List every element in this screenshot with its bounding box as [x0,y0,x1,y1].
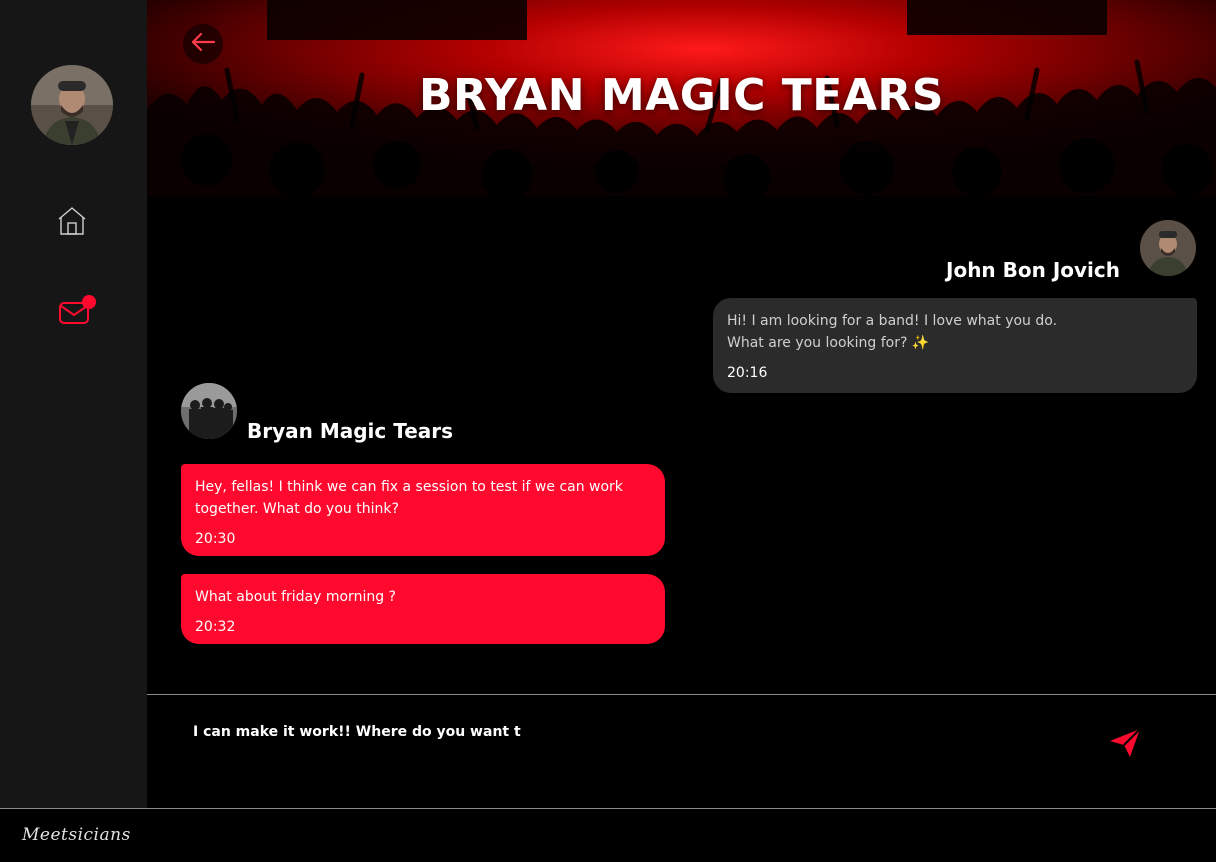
message-time: 20:30 [195,531,236,547]
chat-thread: John Bon Jovich Hi! I am looking for a b… [147,196,1216,694]
arrow-left-icon [190,32,216,56]
message-text-line: Hey, fellas! I think we can fix a sessio… [195,479,623,495]
send-icon [1108,727,1142,763]
app-window: BRYAN MAGIC TEARS John Bon Jovich Hi! I … [0,0,1216,862]
header-banner: BRYAN MAGIC TEARS [147,0,1216,196]
sender-avatar[interactable] [1140,220,1196,276]
sender-name: Bryan Magic Tears [247,419,454,443]
notification-badge [82,295,96,309]
message-text-line: Hi! I am looking for a band! I love what… [727,313,1058,329]
back-button[interactable] [183,24,223,64]
home-icon [56,206,88,240]
sidebar [0,0,147,808]
message-composer [147,694,1216,808]
message-time: 20:32 [195,619,236,635]
sender-avatar[interactable] [181,383,237,439]
message-bubble: Hi! I am looking for a band! I love what… [713,298,1197,393]
brand-logo[interactable]: Meetsicians [22,825,131,845]
message-text-line: What are you looking for? ✨ [727,335,930,351]
page-title: BRYAN MAGIC TEARS [419,70,944,121]
send-button[interactable] [1105,727,1145,763]
message-time: 20:16 [727,365,768,381]
message-text-line: together. What do you think? [195,501,399,517]
sidebar-item-messages[interactable] [52,294,96,334]
user-avatar[interactable] [31,65,113,145]
message-input[interactable] [191,717,1051,747]
footer: Meetsicians [0,808,1216,862]
message-sender-header: Bryan Magic Tears [181,383,453,443]
message-sender-header: John Bon Jovich [946,220,1196,282]
message-bubble: What about friday morning ? 20:32 [181,574,665,644]
message-text-line: What about friday morning ? [195,589,396,605]
sender-name: John Bon Jovich [946,258,1120,282]
message-bubble: Hey, fellas! I think we can fix a sessio… [181,464,665,556]
sidebar-item-home[interactable] [52,203,92,243]
